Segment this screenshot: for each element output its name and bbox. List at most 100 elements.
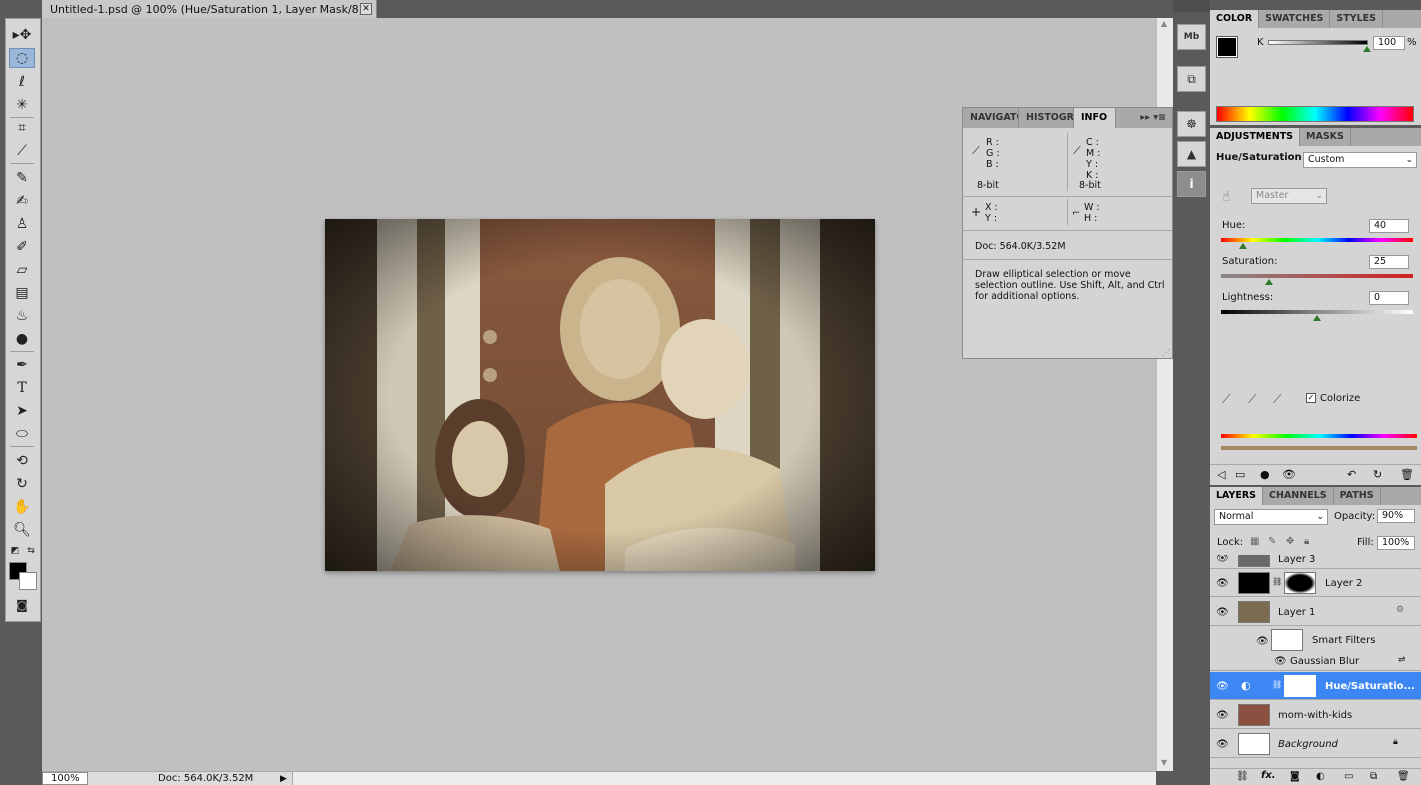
resize-grip-icon[interactable]: ⋰	[1162, 348, 1170, 357]
elliptical-marquee-tool-icon[interactable]: ◌	[9, 48, 35, 68]
k-slider[interactable]	[1268, 40, 1368, 45]
delete-layer-icon[interactable]: 🗑	[1397, 771, 1410, 782]
document-tab[interactable]: Untitled-1.psd @ 100% (Hue/Saturation 1,…	[42, 0, 377, 18]
layer-row-layer-2[interactable]: 👁 ⛓ Layer 2	[1210, 569, 1421, 597]
move-tool-icon[interactable]: ▸✥	[9, 25, 35, 45]
visibility-eye-icon[interactable]: 👁	[1274, 656, 1287, 667]
eyedropper-tool-icon[interactable]: ⟋	[9, 141, 35, 161]
new-layer-icon[interactable]: ⧉	[1370, 771, 1377, 782]
tab-styles[interactable]: STYLES	[1330, 10, 1383, 28]
blur-tool-icon[interactable]: ♨	[9, 306, 35, 326]
link-icon[interactable]: ⛓	[1272, 577, 1282, 586]
colorize-checkbox[interactable]: ✓	[1306, 393, 1316, 403]
panel-menu-icon[interactable]: ▸▸ ▾≡	[1140, 108, 1172, 128]
link-icon[interactable]: ⛓	[1272, 680, 1282, 689]
reset-icon[interactable]: ↻	[1373, 468, 1382, 481]
saturation-field[interactable]: 25	[1369, 255, 1409, 269]
document-image[interactable]	[325, 219, 875, 571]
filter-options-icon[interactable]: ⇌	[1398, 655, 1406, 665]
saturation-slider[interactable]	[1221, 274, 1413, 278]
tab-masks[interactable]: MASKS	[1300, 128, 1351, 146]
tab-adjustments[interactable]: ADJUSTMENTS	[1210, 128, 1301, 146]
spot-healing-tool-icon[interactable]: ✎	[9, 168, 35, 188]
background-color-swatch[interactable]	[19, 572, 37, 590]
fill-field[interactable]: 100%	[1377, 536, 1415, 550]
clone-stamp-tool-icon[interactable]: ♙	[9, 214, 35, 234]
dodge-tool-icon[interactable]: ●	[9, 329, 35, 349]
visibility-eye-icon[interactable]: 👁	[1216, 710, 1229, 721]
eyedropper-plus-icon[interactable]: ⟋	[1248, 392, 1256, 407]
brush-tool-icon[interactable]: ✍	[9, 191, 35, 211]
tab-channels[interactable]: CHANNELS	[1263, 487, 1334, 505]
layer-row-gaussian-blur[interactable]: 👁 Gaussian Blur ⇌	[1210, 653, 1421, 671]
visibility-eye-icon[interactable]: 👁	[1216, 681, 1229, 692]
horizontal-scrollbar[interactable]	[292, 771, 1156, 785]
eyedropper-minus-icon[interactable]: ⟋	[1273, 392, 1281, 407]
path-selection-tool-icon[interactable]: ➤	[9, 401, 35, 421]
visibility-icon[interactable]: 👁	[1282, 468, 1296, 481]
tab-paths[interactable]: PATHS	[1334, 487, 1381, 505]
previous-state-icon[interactable]: ↶	[1347, 468, 1356, 481]
layer-row-background[interactable]: 👁 Background 🔒︎	[1210, 730, 1421, 758]
foreground-color-chip[interactable]	[1216, 36, 1238, 58]
scroll-up-icon[interactable]: ▲	[1161, 19, 1167, 28]
add-mask-icon[interactable]: ◙	[1290, 771, 1300, 782]
eyedropper-icon[interactable]: ⟋	[1222, 392, 1230, 407]
clip-icon[interactable]: ●	[1260, 468, 1270, 481]
magic-wand-tool-icon[interactable]: ✳	[9, 95, 35, 115]
history-icon[interactable]: ⧉	[1177, 66, 1206, 92]
tab-info[interactable]: INFO	[1074, 108, 1116, 128]
channel-dropdown[interactable]: Master ⌄	[1251, 188, 1327, 204]
navigator-icon[interactable]: ☸	[1177, 111, 1206, 137]
tab-navigator[interactable]: NAVIGATO	[963, 108, 1019, 128]
new-group-icon[interactable]: ▭	[1344, 771, 1353, 782]
type-tool-icon[interactable]: T	[9, 378, 35, 398]
ellipse-tool-icon[interactable]: ⬭	[9, 424, 35, 444]
status-menu-icon[interactable]: ▶	[280, 774, 292, 784]
hand-tool-icon[interactable]: ✋	[9, 497, 35, 517]
hue-slider[interactable]	[1221, 238, 1413, 242]
quick-mask-icon[interactable]: ◙	[9, 595, 35, 615]
k-slider-thumb[interactable]	[1363, 46, 1371, 52]
histogram-icon[interactable]: ▲	[1177, 141, 1206, 167]
hue-slider-thumb[interactable]	[1239, 243, 1247, 249]
color-spectrum[interactable]	[1216, 106, 1414, 122]
crop-tool-icon[interactable]: ⌗	[9, 118, 35, 138]
visibility-eye-icon[interactable]: 👁	[1216, 578, 1229, 589]
visibility-eye-icon[interactable]: 👁	[1216, 739, 1229, 750]
tab-swatches[interactable]: SWATCHES	[1259, 10, 1331, 28]
opacity-field[interactable]: 90%	[1377, 509, 1415, 523]
close-icon[interactable]: ✕	[360, 3, 372, 15]
expand-icon[interactable]: ▭	[1235, 468, 1245, 481]
layer-row-hue-saturation[interactable]: 👁 ◐ ⛓ Hue/Saturatio...	[1210, 672, 1421, 700]
new-adjustment-icon[interactable]: ◐	[1316, 771, 1325, 782]
visibility-eye-icon[interactable]: 👁	[1216, 555, 1229, 564]
layer-style-icon[interactable]: fx.	[1261, 770, 1276, 781]
doc-size-status[interactable]: Doc: 564.0K/3.52M	[88, 773, 280, 784]
info-icon[interactable]: i	[1177, 171, 1206, 197]
3d-rotate-tool-icon[interactable]: ⟲	[9, 451, 35, 471]
eraser-tool-icon[interactable]: ▱	[9, 260, 35, 280]
zoom-tool-icon[interactable]: 🔍︎	[9, 520, 35, 540]
lock-transparency-icon[interactable]: ▦	[1250, 536, 1259, 547]
tab-color[interactable]: COLOR	[1210, 10, 1260, 28]
scroll-down-icon[interactable]: ▼	[1161, 758, 1167, 767]
layer-row-layer-3[interactable]: 👁 Layer 3	[1210, 555, 1421, 569]
history-brush-tool-icon[interactable]: ✐	[9, 237, 35, 257]
saturation-slider-thumb[interactable]	[1265, 279, 1273, 285]
lock-pixels-icon[interactable]: ✎	[1268, 536, 1276, 547]
k-value-field[interactable]: 100	[1373, 36, 1405, 50]
delete-icon[interactable]: 🗑	[1400, 468, 1414, 481]
gradient-tool-icon[interactable]: ▤	[9, 283, 35, 303]
smart-filter-icon[interactable]: ⚙	[1396, 605, 1404, 615]
layer-row-layer-1[interactable]: 👁 Layer 1 ⚙	[1210, 598, 1421, 626]
visibility-eye-icon[interactable]: 👁	[1256, 636, 1269, 647]
back-icon[interactable]: ◁	[1217, 468, 1225, 481]
3d-orbit-tool-icon[interactable]: ↻	[9, 474, 35, 494]
pen-tool-icon[interactable]: ✒	[9, 355, 35, 375]
lock-all-icon[interactable]: 🔒︎	[1304, 536, 1309, 547]
lightness-field[interactable]: 0	[1369, 291, 1409, 305]
zoom-level-field[interactable]: 100%	[42, 772, 88, 785]
lock-position-icon[interactable]: ✥	[1286, 536, 1294, 547]
target-adjustment-icon[interactable]: ☝	[1222, 189, 1231, 205]
